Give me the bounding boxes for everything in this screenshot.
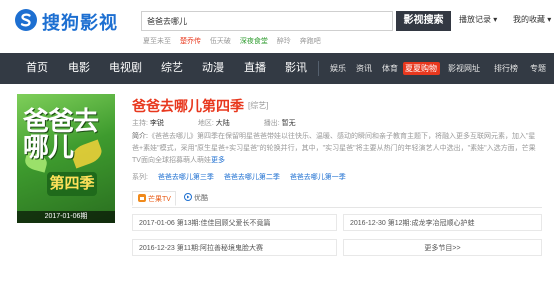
tab-mango-label: 芒果TV (147, 196, 171, 203)
nav-item-home[interactable]: 首页 (26, 53, 48, 84)
nav-divider (318, 61, 319, 76)
series-link[interactable]: 爸爸去哪儿第三季 (158, 174, 214, 181)
show-title[interactable]: 爸爸去哪儿第四季 (132, 96, 244, 116)
series-list: 系列: 爸爸去哪儿第三季 爸爸去哪儿第二季 爸爸去哪儿第一季 (132, 172, 346, 182)
intro-text: 《爸爸去哪儿》第四季在保留明星爸爸带娃以往快乐、温暖、感动的瞬间和亲子教育主题下… (132, 133, 536, 164)
nav-item-variety[interactable]: 综艺 (161, 53, 183, 84)
search-button[interactable]: 影视搜索 (396, 11, 451, 31)
nav-item-tv[interactable]: 电视剧 (109, 53, 142, 84)
more-episodes-button[interactable]: 更多节目>> (343, 239, 542, 256)
host-value: 李锐 (149, 120, 164, 127)
show-intro: 简介:《爸爸去哪儿》第四季在保留明星爸爸带娃以往快乐、温暖、感动的瞬间和亲子教育… (132, 131, 542, 167)
nav-item-movie[interactable]: 电影 (68, 53, 90, 84)
episode-link[interactable]: 2016-12-30 第12期:成龙李冶冠顺心护蛙 (343, 214, 542, 231)
logo-text[interactable]: 搜狗影视 (42, 9, 118, 35)
series-link[interactable]: 爸爸去哪儿第一季 (290, 174, 346, 181)
episode-link[interactable]: 2016-12-23 第11期:阿拉善秘境鬼脸大赛 (132, 239, 337, 256)
mango-tv-icon (138, 194, 146, 202)
hot-word[interactable]: 楚乔传 (180, 38, 201, 45)
source-tabs: 芒果TV 优酷 (132, 191, 542, 208)
series-label: 系列: (132, 174, 148, 181)
nav-item-site-links[interactable]: 影视网址 (448, 53, 480, 84)
nav-item-rankings[interactable]: 排行榜 (494, 53, 518, 84)
nav-item-movie-news[interactable]: 影讯 (285, 53, 307, 84)
tab-youku[interactable]: 优酷 (184, 191, 208, 206)
nav-item-live[interactable]: 直播 (244, 53, 266, 84)
series-link[interactable]: 爸爸去哪儿第二季 (224, 174, 280, 181)
intro-label: 简介: (132, 133, 148, 140)
episode-link[interactable]: 2017-01-06 第13期:佳佳回顾父爱长不竟篇 (132, 214, 337, 231)
search-box[interactable] (141, 11, 393, 31)
host-label: 主持: (132, 120, 148, 127)
show-title-season[interactable]: 第四季 (202, 98, 244, 114)
hot-word[interactable]: 伍天破 (210, 38, 231, 45)
air-date-label: 播出: (263, 120, 280, 127)
sogou-logo-icon[interactable] (14, 8, 38, 32)
hot-search-words: 夏至未至 楚乔传 伍天破 深夜食堂 醉玲 奔跑吧 (143, 36, 328, 46)
nav-item-news[interactable]: 资讯 (356, 53, 372, 84)
hot-word[interactable]: 深夜食堂 (240, 38, 268, 45)
poster-date: 2017-01-06期 (17, 211, 115, 223)
nav-item-entertainment[interactable]: 娱乐 (330, 53, 346, 84)
show-meta: 主持: 李锐 地区: 大陆 播出: 暂无 (132, 118, 328, 128)
region-value: 大陆 (215, 120, 230, 127)
tab-youku-label: 优酷 (193, 195, 208, 202)
region-label: 地区: (197, 120, 214, 127)
main-nav: 首页 电影 电视剧 综艺 动漫 直播 影讯 娱乐 资讯 体育 夏夏购物 影视网址… (0, 53, 554, 84)
show-genre: [综艺] (248, 101, 269, 110)
my-favorites-menu[interactable]: 我的收藏 ▾ (513, 14, 551, 25)
tab-mango-tv[interactable]: 芒果TV (132, 191, 176, 206)
poster-season: 第四季 (47, 172, 97, 196)
intro-more-link[interactable]: 更多 (211, 157, 225, 164)
hot-word[interactable]: 奔跑吧 (300, 38, 321, 45)
search-input[interactable] (142, 12, 387, 30)
air-date-value: 暂无 (281, 120, 296, 127)
nav-item-topics[interactable]: 专题 (530, 53, 546, 84)
youku-icon (184, 193, 192, 201)
hot-word[interactable]: 夏至未至 (143, 38, 171, 45)
show-poster[interactable]: 爸爸去哪儿 第四季 2017-01-06期 (17, 94, 115, 223)
show-title-name[interactable]: 爸爸去哪儿 (132, 98, 202, 114)
hot-word[interactable]: 醉玲 (277, 38, 291, 45)
nav-item-sports[interactable]: 体育 (382, 53, 398, 84)
nav-item-shopping[interactable]: 夏夏购物 (405, 53, 437, 84)
nav-item-anime[interactable]: 动漫 (202, 53, 224, 84)
poster-title: 爸爸去哪儿 (23, 106, 99, 162)
play-history-menu[interactable]: 播放记录 ▾ (459, 14, 497, 25)
